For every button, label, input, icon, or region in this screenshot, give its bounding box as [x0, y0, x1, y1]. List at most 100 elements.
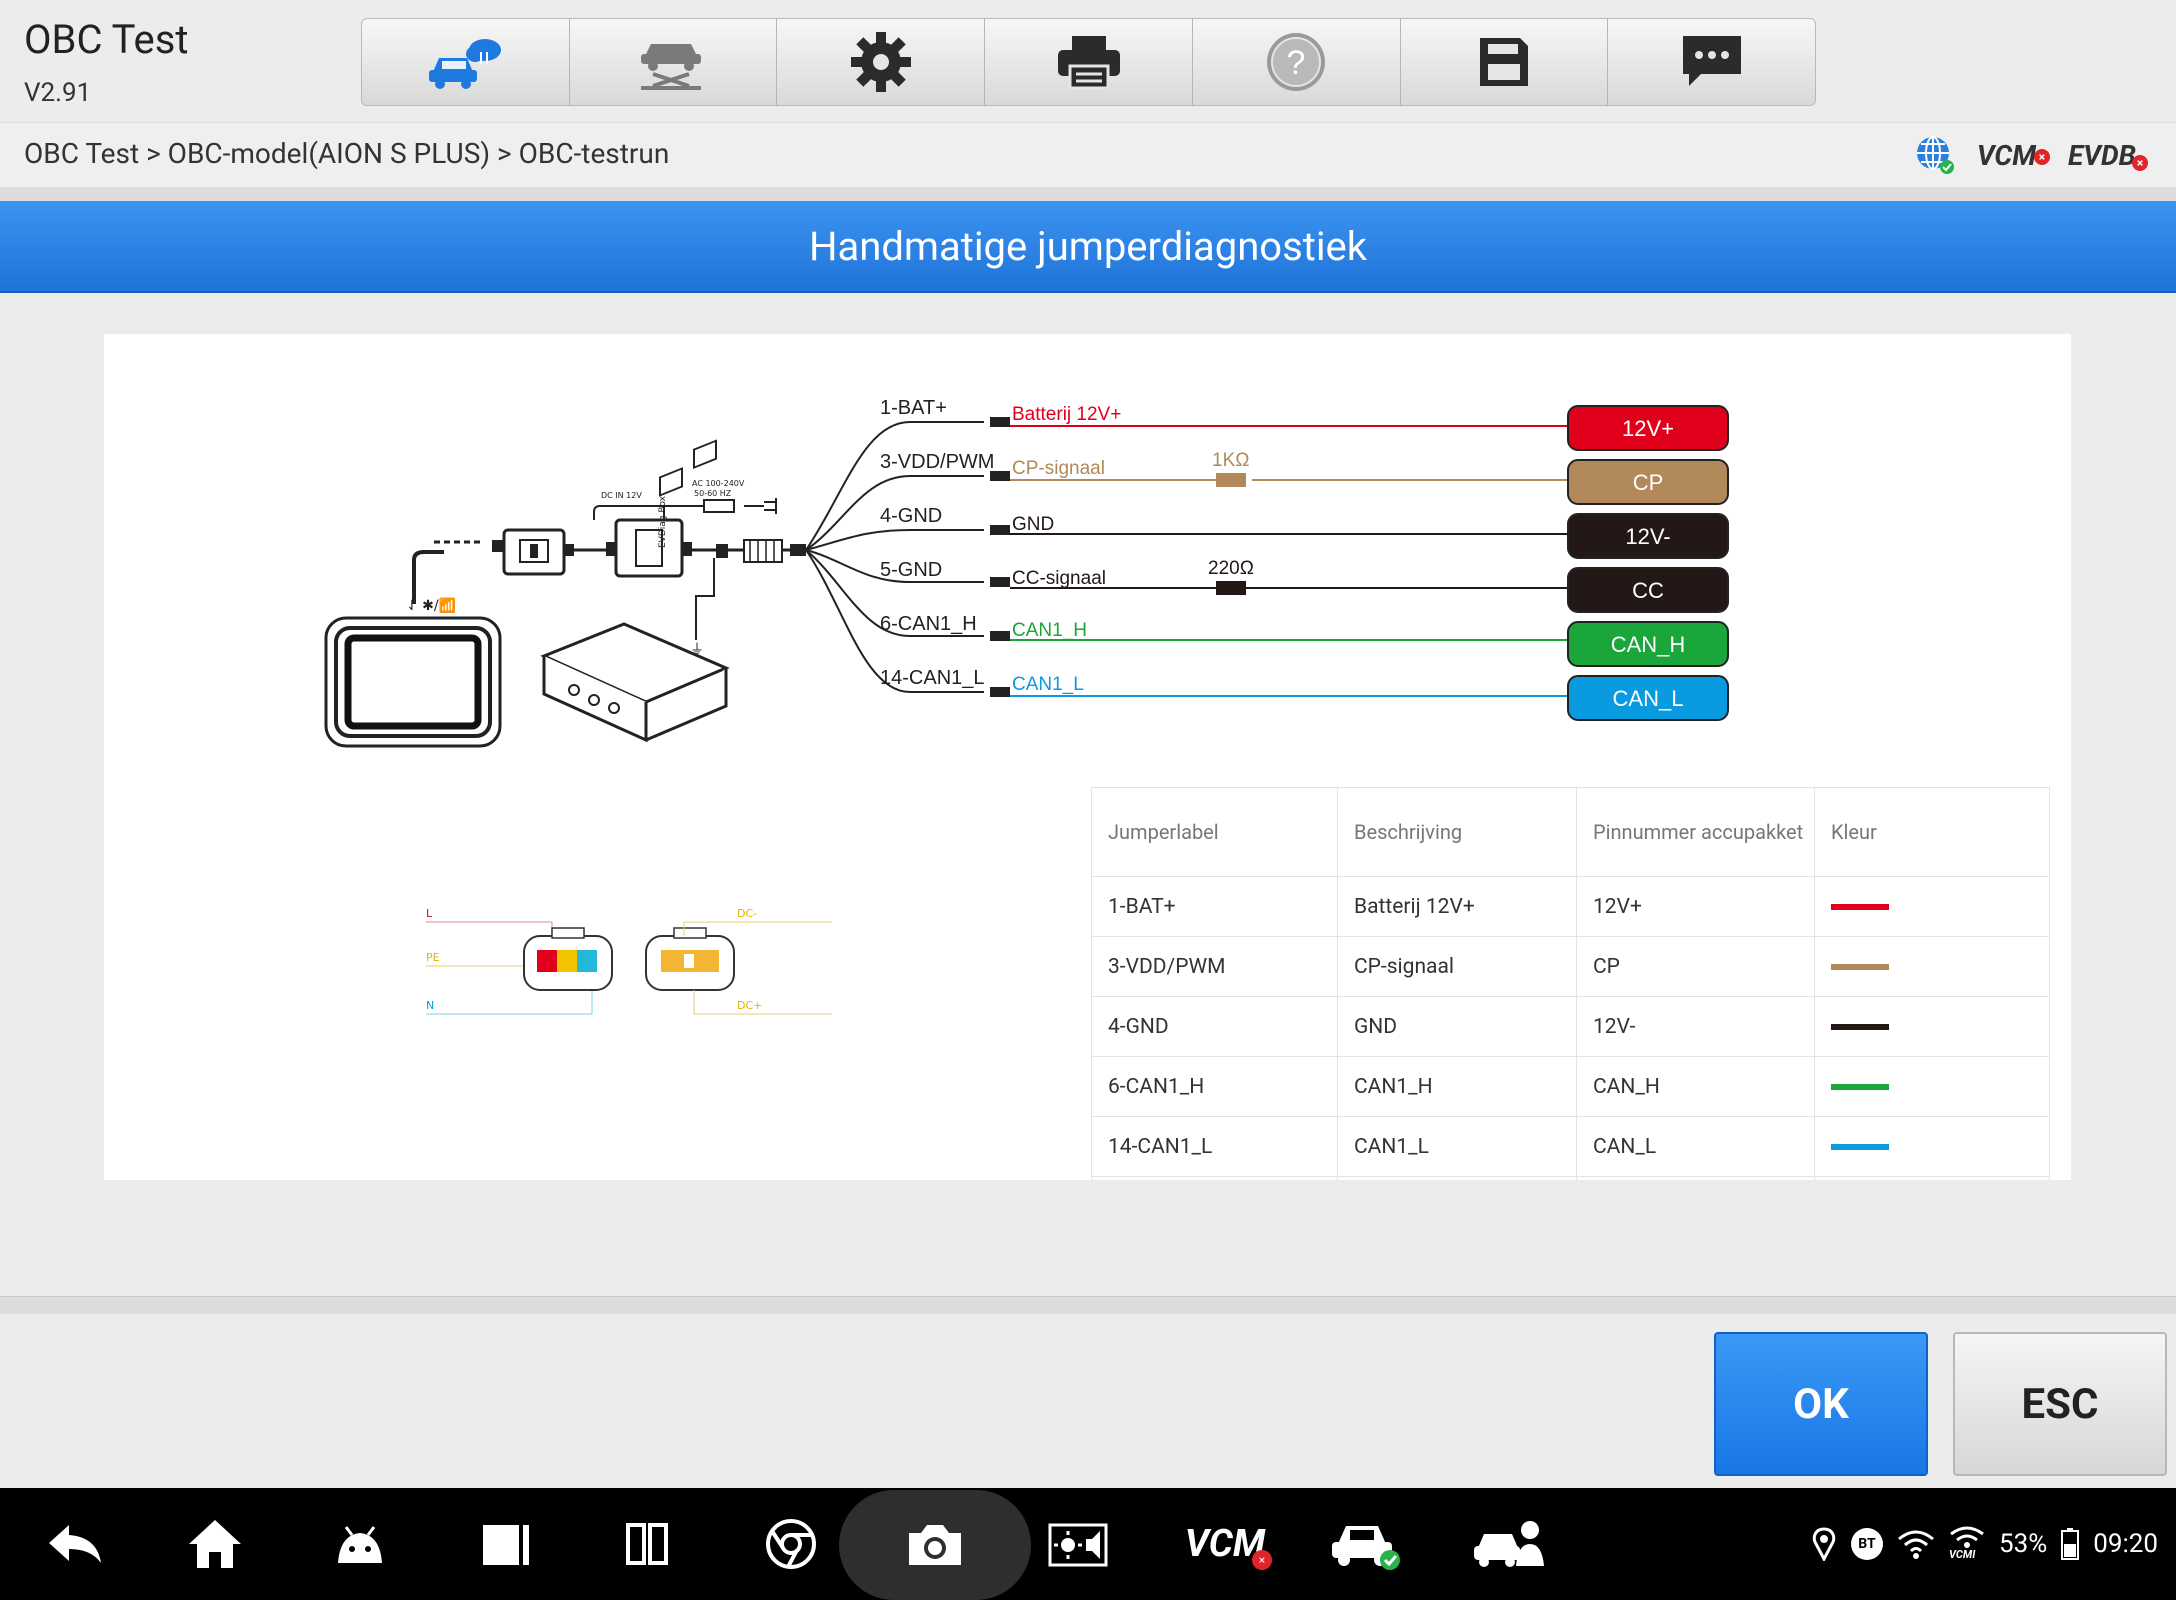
gear-icon — [850, 32, 911, 92]
home-nav-button[interactable] — [180, 1488, 250, 1600]
hz-label: 50-60 HZ — [694, 489, 732, 498]
cell-jumperlabel: 4-GND — [1092, 997, 1338, 1056]
disconnected-icon: × — [2033, 148, 2050, 165]
column-header: Kleur — [1831, 820, 1877, 844]
status-tray: BT VCMI 53% 09:20 — [1811, 1488, 2158, 1600]
pin-label: 14-CAN1_L — [880, 667, 985, 689]
chrome-icon — [766, 1519, 816, 1569]
help-icon: ? — [1267, 33, 1326, 91]
cell-color — [1815, 1057, 2047, 1116]
table-row: 3-VDD/PWM CP-signaal CP — [1092, 937, 2049, 997]
table-header: Jumperlabel Beschrijving Pinnummer accup… — [1092, 788, 2049, 877]
table-row — [1092, 1177, 2049, 1181]
cell-jumperlabel: 3-VDD/PWM — [1092, 937, 1338, 996]
signal-label: CAN1_H — [1012, 620, 1087, 641]
terminal-label: 12V+ — [1622, 416, 1674, 441]
terminal-label: CAN_L — [1613, 686, 1684, 711]
cell-description: CAN1_H — [1338, 1057, 1577, 1116]
vci-device — [492, 528, 574, 576]
brightness-volume-icon — [1048, 1523, 1108, 1567]
page-title: Handmatige jumperdiagnostiek — [808, 223, 1368, 270]
app-title: OBC Test — [24, 16, 189, 63]
table-row: 1-BAT+ Batterij 12V+ 12V+ — [1092, 877, 2049, 937]
column-header: Beschrijving — [1338, 788, 1577, 876]
bluetooth-icon: BT — [1850, 1528, 1883, 1560]
signal-label: CAN1_L — [1012, 674, 1084, 695]
cell-jumperlabel: 1-BAT+ — [1092, 877, 1338, 936]
content-panel: ⇃ ✱/📶 EVDiag Box DC IN 12V AC 100-240V 5… — [104, 334, 2071, 1181]
color-swatch — [1831, 1143, 1889, 1150]
cell-color — [1815, 997, 2047, 1056]
signal-label: Batterij 12V+ — [1012, 404, 1121, 425]
terminal-label: CC — [1632, 578, 1664, 603]
globe-icon — [1916, 136, 1954, 174]
cell-description: CP-signaal — [1338, 937, 1577, 996]
save-icon — [1479, 38, 1528, 86]
wifi-icon — [1898, 1530, 1934, 1559]
svg-text:PE: PE — [426, 951, 440, 964]
svg-text:EVDiag Box: EVDiag Box — [658, 495, 668, 548]
android-home-button[interactable] — [325, 1488, 395, 1600]
pin-label: 5-GND — [880, 559, 942, 581]
pin-label: 3-VDD/PWM — [880, 451, 994, 473]
color-swatch — [1831, 963, 1889, 970]
remote-expert-button[interactable] — [1470, 1488, 1550, 1600]
cell-pin: 12V+ — [1577, 877, 1815, 936]
cell-jumperlabel: 6-CAN1_H — [1092, 1057, 1338, 1116]
lift-button[interactable] — [570, 19, 778, 105]
cell-pin: CAN_L — [1577, 1117, 1815, 1176]
print-button[interactable] — [985, 19, 1193, 105]
jumper-table: Jumperlabel Beschrijving Pinnummer accup… — [1091, 787, 2050, 1181]
vcm-nav-button[interactable]: VCM × — [1170, 1488, 1280, 1600]
divider — [0, 187, 2176, 201]
evdiag-box: EVDiag Box — [606, 495, 692, 578]
vcm-status: VCM × — [1977, 139, 2050, 172]
split-screen-button[interactable] — [612, 1488, 682, 1600]
car-check-icon — [1332, 1526, 1400, 1570]
settings-button[interactable] — [777, 19, 986, 105]
message-button[interactable] — [1608, 19, 1815, 105]
terminal-label: 12V- — [1625, 524, 1670, 549]
column-header: Pinnummer accupakket — [1577, 788, 1815, 876]
screenshot-button[interactable] — [900, 1488, 970, 1600]
cell-color — [1815, 877, 2047, 936]
browser-button[interactable] — [756, 1488, 826, 1600]
svg-text:DC+: DC+ — [737, 999, 762, 1012]
display-settings-button[interactable] — [1044, 1488, 1114, 1600]
cell-description: Batterij 12V+ — [1338, 877, 1577, 936]
recent-apps-button[interactable] — [470, 1488, 540, 1600]
vehicle-connect-button[interactable] — [1326, 1488, 1406, 1600]
app-header: OBC Test V2.91 ? — [0, 0, 2176, 122]
back-icon — [49, 1525, 101, 1563]
signal-label: CC-signaal — [1012, 568, 1106, 589]
battery-icon — [2061, 1528, 2080, 1560]
page-title-bar: Handmatige jumperdiagnostiek — [0, 201, 2176, 293]
tablet-device — [324, 616, 502, 748]
resistor-label: 220Ω — [1208, 558, 1254, 579]
connector-pinout: L PE N DC- DC+ — [426, 907, 832, 1015]
ac-label: AC 100-240V — [692, 479, 745, 488]
home-button[interactable] — [362, 19, 570, 105]
esc-button[interactable]: ESC — [1953, 1332, 2167, 1476]
back-button[interactable] — [40, 1488, 110, 1600]
chat-icon — [1682, 36, 1741, 86]
split-screen-icon — [626, 1523, 668, 1565]
network-status — [1915, 135, 1955, 175]
ok-button[interactable]: OK — [1714, 1332, 1928, 1476]
save-button[interactable] — [1401, 19, 1609, 105]
app-version: V2.91 — [24, 78, 92, 108]
color-swatch — [1831, 903, 1889, 910]
lift-vehicle-icon — [641, 44, 702, 90]
cell-pin: CAN_H — [1577, 1057, 1815, 1116]
android-icon — [338, 1526, 382, 1563]
house-icon — [189, 1520, 241, 1568]
terminal-label: CP — [1633, 470, 1664, 495]
table-row: 4-GND GND 12V- — [1092, 997, 2049, 1057]
divider — [0, 1296, 2176, 1315]
help-button[interactable]: ? — [1193, 19, 1401, 105]
pin-label: 1-BAT+ — [880, 397, 947, 419]
table-row: 14-CAN1_L CAN1_L CAN_L — [1092, 1117, 2049, 1177]
cell-color — [1815, 937, 2047, 996]
location-icon — [1812, 1527, 1836, 1561]
pin-label: 6-CAN1_H — [880, 613, 977, 635]
